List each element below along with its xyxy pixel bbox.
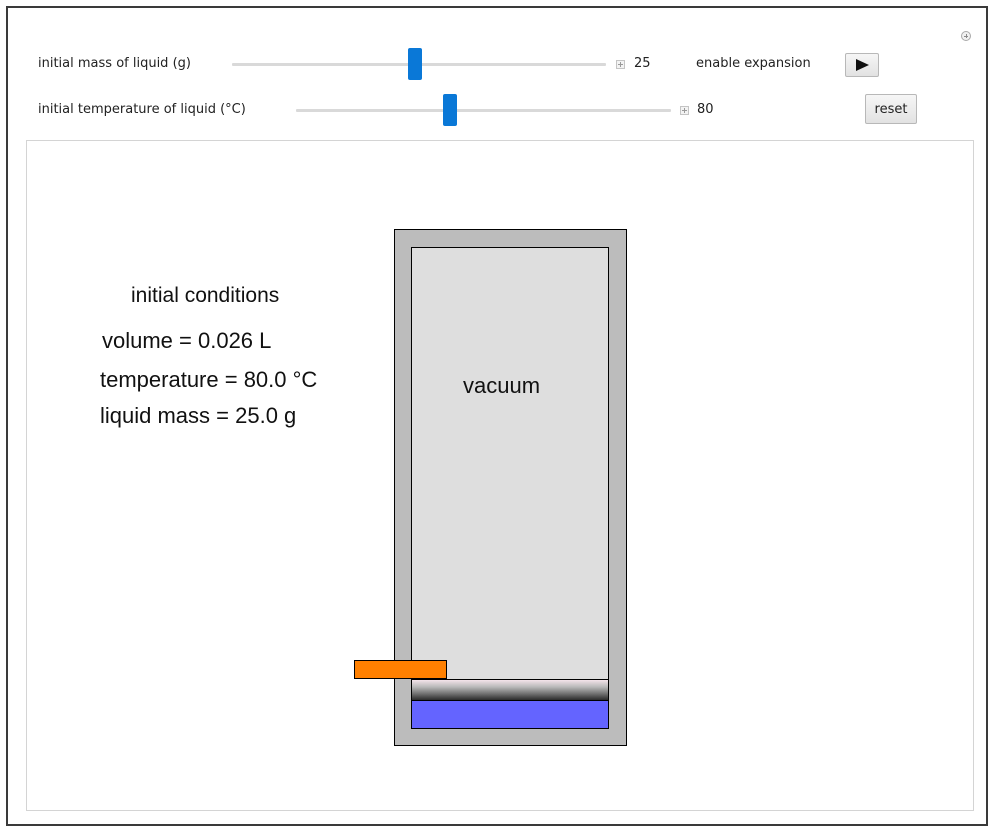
piston xyxy=(412,679,608,700)
temperature-slider-expand-icon[interactable] xyxy=(680,106,689,115)
reset-button[interactable]: reset xyxy=(865,94,917,124)
piston-latch xyxy=(354,660,447,679)
cylinder-chamber xyxy=(411,247,609,729)
liquid-layer xyxy=(412,700,608,728)
mass-slider-thumb[interactable] xyxy=(408,48,422,80)
enable-expansion-button[interactable] xyxy=(845,53,879,77)
temperature-slider-label: initial temperature of liquid (°C) xyxy=(38,102,246,117)
play-icon xyxy=(855,59,869,71)
mass-value: 25 xyxy=(634,56,651,71)
conditions-heading: initial conditions xyxy=(131,284,280,307)
temperature-slider-track[interactable] xyxy=(296,109,671,112)
temperature-readout: temperature = 80.0 °C xyxy=(100,367,318,392)
volume-readout: volume = 0.026 L xyxy=(102,328,272,353)
temperature-slider-thumb[interactable] xyxy=(443,94,457,126)
vacuum-label: vacuum xyxy=(463,373,541,398)
expansion-label: enable expansion xyxy=(696,56,811,71)
plus-circle-icon[interactable] xyxy=(961,31,971,41)
temperature-value: 80 xyxy=(697,102,714,117)
mass-slider-expand-icon[interactable] xyxy=(616,60,625,69)
mass-slider-label: initial mass of liquid (g) xyxy=(38,56,191,71)
liquid-mass-readout: liquid mass = 25.0 g xyxy=(100,403,297,428)
